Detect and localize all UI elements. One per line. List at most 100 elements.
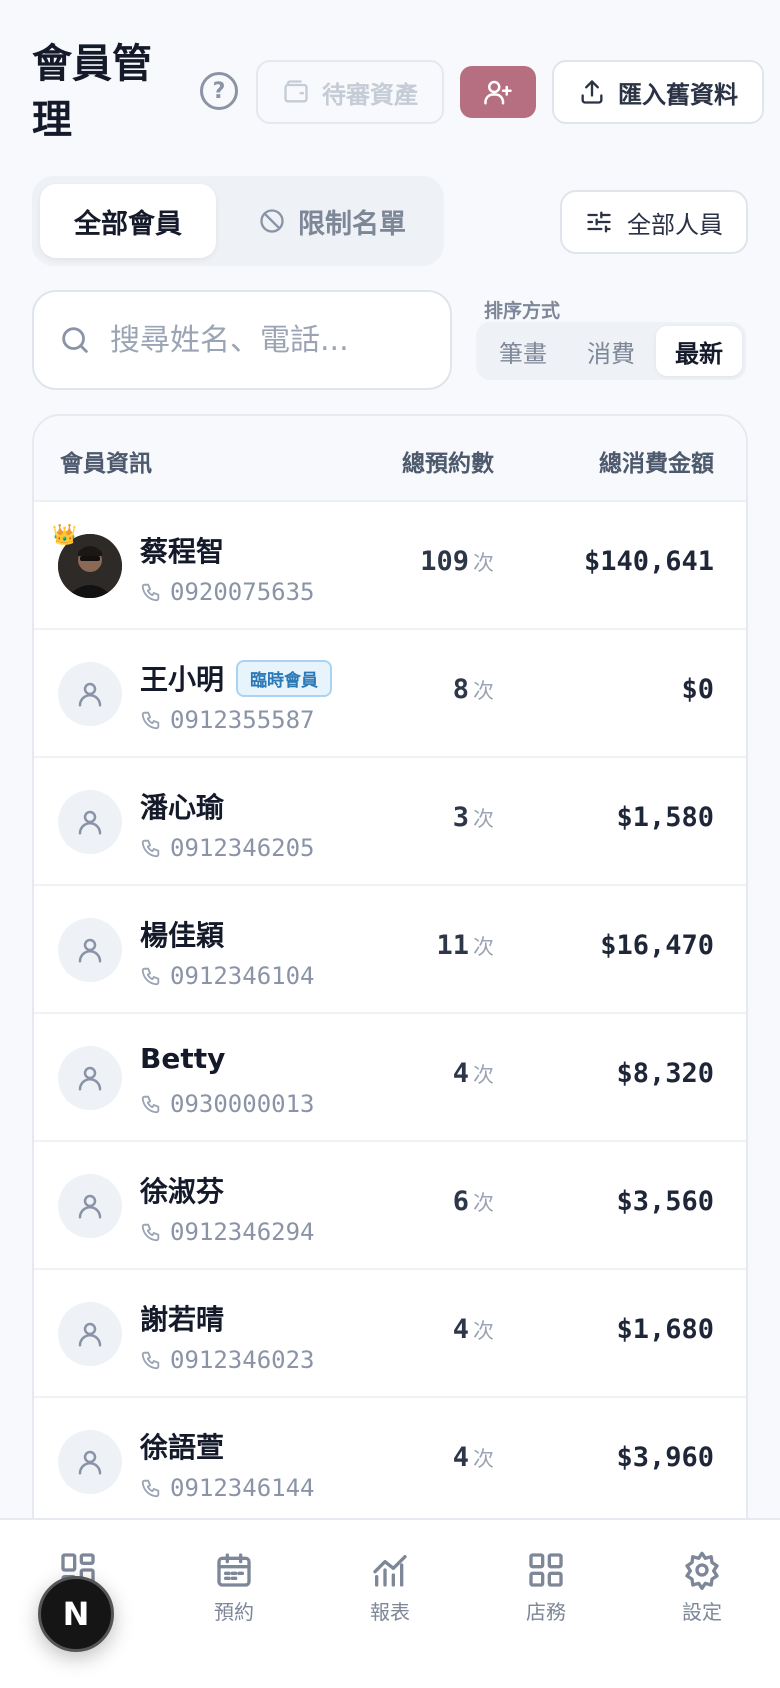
- avatar: [58, 1174, 122, 1238]
- sort-option-newest[interactable]: 最新: [656, 326, 742, 376]
- booking-count-value: 4: [452, 1058, 469, 1089]
- user-plus-icon: [484, 80, 512, 105]
- bottom-nav: 預約 報表 店務 設定: [0, 1518, 780, 1688]
- member-phone: 0912346294: [140, 1218, 315, 1246]
- tab-all-members[interactable]: 全部會員: [40, 184, 216, 258]
- ban-icon: [260, 209, 284, 233]
- booking-count-unit: 次: [473, 1447, 494, 1471]
- pending-assets-button[interactable]: 待審資產: [256, 60, 444, 124]
- member-name-text: 徐淑芬: [140, 1175, 225, 1208]
- column-booking-count: 總預約數: [402, 451, 494, 477]
- avatar: [58, 1302, 122, 1366]
- table-row[interactable]: 謝若晴 0912346023 4 次 $1,680: [34, 1270, 746, 1398]
- import-legacy-button[interactable]: 匯入舊資料: [552, 60, 764, 124]
- avatar: [58, 1430, 122, 1494]
- total-spend: $8,320: [616, 1058, 714, 1089]
- member-phone-text: 0912346023: [170, 1346, 315, 1374]
- temp-member-badge: 臨時會員: [236, 659, 333, 697]
- member-phone-text: 0912346144: [170, 1474, 315, 1502]
- booking-count: 11 次: [436, 930, 494, 961]
- search-icon: [62, 327, 88, 353]
- total-spend: $3,560: [616, 1186, 714, 1217]
- calendar-icon: [217, 1553, 251, 1587]
- app-launcher-button[interactable]: N: [38, 1576, 114, 1652]
- total-spend: $1,680: [616, 1314, 714, 1345]
- member-name: 楊佳穎: [140, 914, 224, 954]
- phone-icon: [141, 711, 160, 730]
- table-row[interactable]: 楊佳穎 0912346104 11 次 $16,470: [34, 886, 746, 1014]
- total-spend: $1,580: [616, 802, 714, 833]
- page-title: 會員管理: [32, 41, 152, 143]
- user-icon: [78, 1322, 102, 1347]
- phone-icon: [141, 967, 160, 986]
- phone-icon: [141, 1223, 160, 1242]
- booking-count-unit: 次: [473, 1063, 494, 1087]
- avatar: [58, 918, 122, 982]
- member-phone: 0920075635: [140, 578, 315, 606]
- booking-count-value: 3: [452, 802, 469, 833]
- phone-icon: [141, 1351, 160, 1370]
- user-icon: [78, 938, 102, 963]
- search-input[interactable]: [110, 322, 430, 358]
- booking-count: 109 次: [420, 546, 494, 577]
- phone-icon: [141, 1095, 160, 1114]
- table-row[interactable]: Betty 0930000013 4 次 $8,320: [34, 1014, 746, 1142]
- nav-item-booking[interactable]: 預約: [174, 1550, 294, 1625]
- member-phone: 0912346023: [140, 1346, 315, 1374]
- table-row[interactable]: 潘心瑜 0912346205 3 次 $1,580: [34, 758, 746, 886]
- help-circle-icon[interactable]: ?: [200, 72, 238, 110]
- table-row[interactable]: 徐淑芬 0912346294 6 次 $3,560: [34, 1142, 746, 1270]
- sort-toggle: 筆畫 消費 最新: [476, 322, 746, 380]
- member-phone: 0912346144: [140, 1474, 315, 1502]
- search-box: [32, 290, 452, 390]
- booking-count-value: 4: [452, 1442, 469, 1473]
- table-header: 會員資訊 總預約數 總消費金額: [34, 416, 746, 502]
- member-name: 潘心瑜: [140, 786, 224, 826]
- member-name: 徐語萱: [140, 1426, 224, 1466]
- booking-count-value: 11: [436, 930, 469, 961]
- total-spend: $16,470: [600, 930, 714, 961]
- crown-icon: 👑: [52, 522, 77, 546]
- booking-count: 4次: [453, 1314, 494, 1345]
- sort-option-stroke[interactable]: 筆畫: [480, 326, 566, 376]
- booking-count-unit: 次: [473, 935, 494, 959]
- member-phone: 0912346104: [140, 962, 315, 990]
- chart-icon: [373, 1555, 407, 1587]
- import-legacy-label: 匯入舊資料: [618, 80, 738, 109]
- table-row[interactable]: 徐語萱 0912346144 4 次 $3,960: [34, 1398, 746, 1526]
- sort-option-spending[interactable]: 消費: [568, 326, 654, 376]
- table-row[interactable]: 👑 蔡程智 0920075635 109 次 $140,641: [34, 502, 746, 630]
- nav-item-reports[interactable]: 報表: [330, 1550, 450, 1625]
- nav-label-settings: 設定: [682, 1600, 722, 1624]
- sort-label: 排序方式: [484, 300, 561, 322]
- member-phone-text: 0912346294: [170, 1218, 315, 1246]
- phone-icon: [141, 1479, 160, 1498]
- tab-restricted-list[interactable]: 限制名單: [232, 184, 432, 258]
- member-phone-text: 0912346205: [170, 834, 315, 862]
- wallet-icon: [284, 80, 308, 103]
- staff-filter-button[interactable]: 全部人員: [560, 190, 748, 254]
- booking-count-unit: 次: [473, 1191, 494, 1215]
- user-icon: [78, 1066, 102, 1091]
- member-name-text: 謝若晴: [140, 1303, 225, 1336]
- grid-icon: [529, 1553, 563, 1587]
- booking-count: 8次: [453, 674, 494, 705]
- upload-icon: [581, 80, 603, 104]
- table-row[interactable]: 王小明 臨時會員 0912355587 8 次 $0: [34, 630, 746, 758]
- member-table: 會員資訊 總預約數 總消費金額 👑 蔡程智 0920075635 109 次 $140,6…: [32, 414, 748, 1688]
- staff-filter-label: 全部人員: [627, 210, 723, 239]
- booking-count-value: 4: [452, 1314, 469, 1345]
- add-member-button[interactable]: [460, 66, 536, 118]
- nav-item-store[interactable]: 店務: [486, 1550, 606, 1625]
- avatar: [58, 1046, 122, 1110]
- tab-restricted-label: 限制名單: [298, 208, 406, 240]
- booking-count-value: 6: [452, 1186, 469, 1217]
- member-name-text: 潘心瑜: [140, 791, 225, 824]
- user-icon: [78, 1450, 102, 1475]
- member-name-text: Betty: [140, 1042, 226, 1075]
- user-icon: [78, 1194, 102, 1219]
- total-spend: $0: [681, 674, 714, 705]
- member-phone-text: 0912355587: [170, 706, 315, 734]
- booking-count-unit: 次: [473, 1319, 494, 1343]
- nav-item-settings[interactable]: 設定: [642, 1550, 762, 1625]
